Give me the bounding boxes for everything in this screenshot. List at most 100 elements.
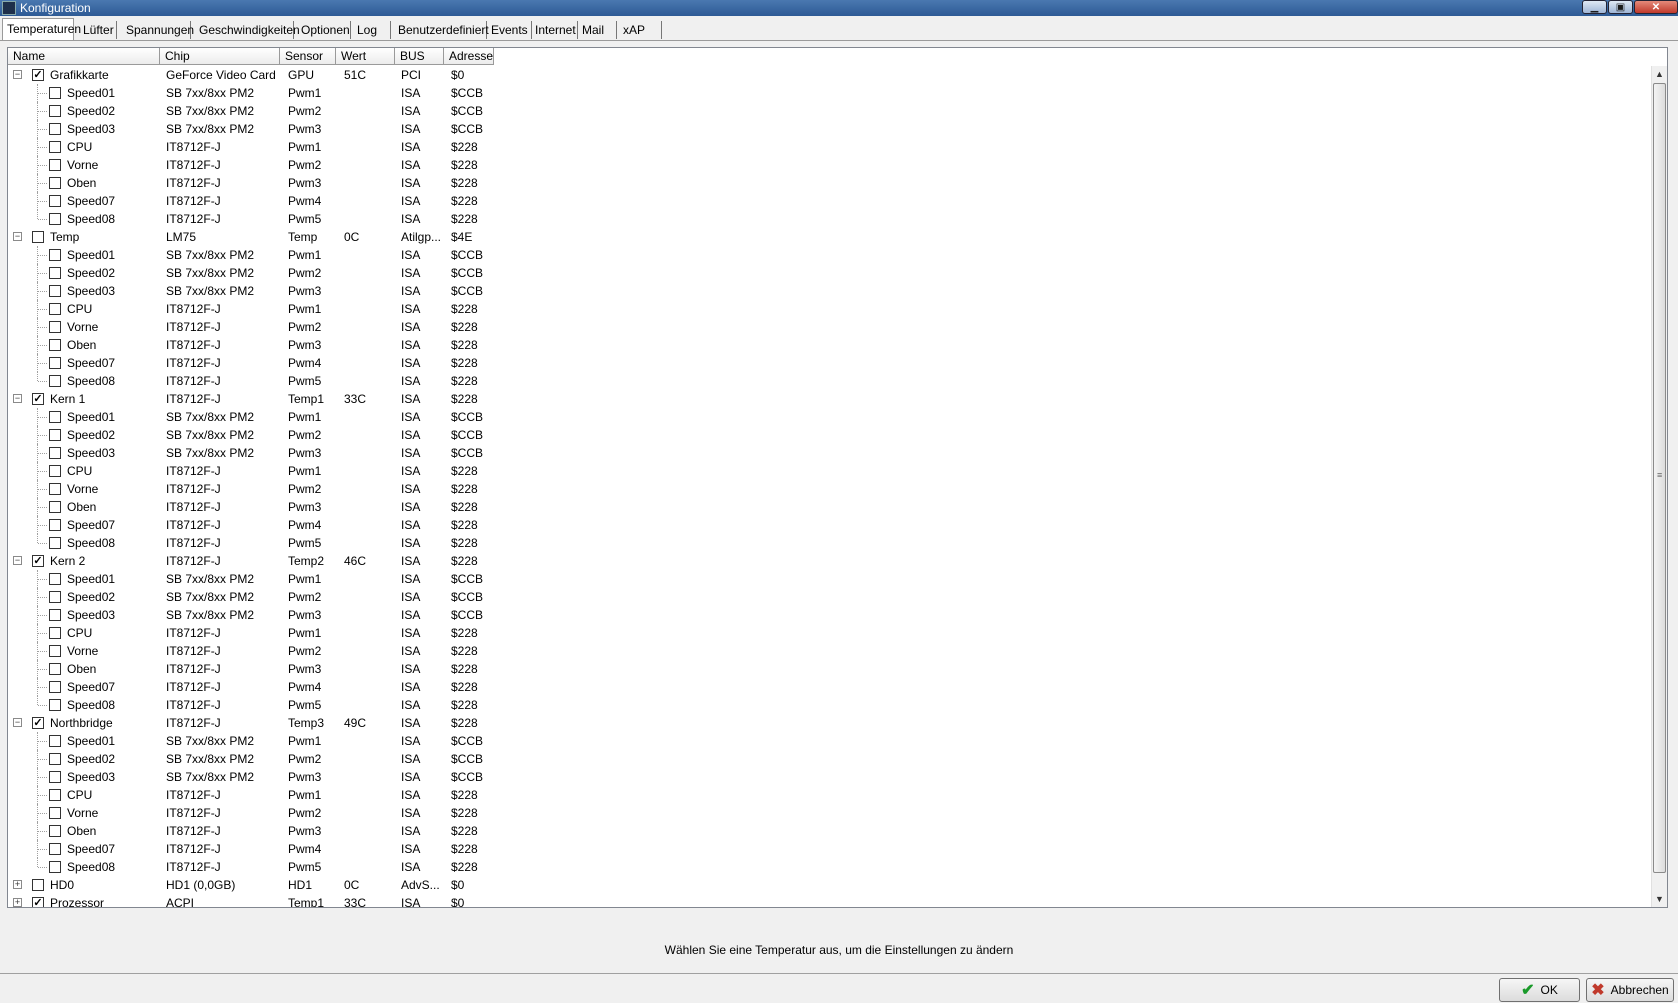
tab-luefter[interactable]: Lüfter [79,21,117,39]
fan-checkbox[interactable] [49,861,61,873]
cancel-button[interactable]: ✖ Abbrechen [1586,978,1674,1002]
fan-checkbox[interactable] [49,141,61,153]
tree-row-fan[interactable]: Speed01 SB 7xx/8xx PM2 Pwm1 ISA $CCB [8,246,1653,264]
tree-row-fan[interactable]: Vorne IT8712F-J Pwm2 ISA $228 [8,156,1653,174]
tab-internet[interactable]: Internet [531,21,578,39]
tree-row-fan[interactable]: Speed03 SB 7xx/8xx PM2 Pwm3 ISA $CCB [8,606,1653,624]
tree-row-fan[interactable]: Speed08 IT8712F-J Pwm5 ISA $228 [8,696,1653,714]
tree-row-fan[interactable]: Speed02 SB 7xx/8xx PM2 Pwm2 ISA $CCB [8,588,1653,606]
expand-icon[interactable]: + [13,880,22,889]
fan-checkbox[interactable] [49,213,61,225]
collapse-icon[interactable]: − [13,70,22,79]
fan-checkbox[interactable] [49,591,61,603]
fan-checkbox[interactable] [49,339,61,351]
tree-row-fan[interactable]: Speed08 IT8712F-J Pwm5 ISA $228 [8,210,1653,228]
tree-row-fan[interactable]: CPU IT8712F-J Pwm1 ISA $228 [8,138,1653,156]
fan-checkbox[interactable] [49,375,61,387]
tree-row-fan[interactable]: Speed02 SB 7xx/8xx PM2 Pwm2 ISA $CCB [8,102,1653,120]
tree-row-fan[interactable]: Speed07 IT8712F-J Pwm4 ISA $228 [8,354,1653,372]
tree-row-fan[interactable]: Speed08 IT8712F-J Pwm5 ISA $228 [8,858,1653,876]
tree-row-fan[interactable]: Speed03 SB 7xx/8xx PM2 Pwm3 ISA $CCB [8,120,1653,138]
group-checkbox[interactable]: ✓ [32,555,44,567]
fan-checkbox[interactable] [49,627,61,639]
tab-benutzerdefiniert[interactable]: Benutzerdefiniert [394,21,489,39]
fan-checkbox[interactable] [49,321,61,333]
scroll-down-icon[interactable]: ▼ [1652,891,1667,907]
group-checkbox[interactable]: ✓ [32,69,44,81]
fan-checkbox[interactable] [49,537,61,549]
tree-row-fan[interactable]: Speed08 IT8712F-J Pwm5 ISA $228 [8,372,1653,390]
vertical-scrollbar[interactable]: ▲ ≡ ▼ [1651,66,1667,907]
sensor-tree[interactable]: Name Chip Sensor Wert BUS Adresse − ✓ Graf… [7,47,1668,908]
fan-checkbox[interactable] [49,501,61,513]
tree-row-fan[interactable]: Speed03 SB 7xx/8xx PM2 Pwm3 ISA $CCB [8,444,1653,462]
fan-checkbox[interactable] [49,645,61,657]
tree-row-fan[interactable]: Vorne IT8712F-J Pwm2 ISA $228 [8,480,1653,498]
tree-row-group[interactable]: + ✓ Prozessor ACPI Temp1 33C ISA $0 [8,894,1653,907]
fan-checkbox[interactable] [49,699,61,711]
tree-row-fan[interactable]: Vorne IT8712F-J Pwm2 ISA $228 [8,318,1653,336]
collapse-icon[interactable]: − [13,394,22,403]
tree-row-fan[interactable]: Speed02 SB 7xx/8xx PM2 Pwm2 ISA $CCB [8,264,1653,282]
tree-row-fan[interactable]: Speed01 SB 7xx/8xx PM2 Pwm1 ISA $CCB [8,84,1653,102]
tree-row-fan[interactable]: Oben IT8712F-J Pwm3 ISA $228 [8,174,1653,192]
tab-events[interactable]: Events [487,21,532,39]
collapse-icon[interactable]: − [13,556,22,565]
group-checkbox[interactable]: ✓ [32,393,44,405]
tree-row-group[interactable]: − ✓ Northbridge IT8712F-J Temp3 49C ISA $228 [8,714,1653,732]
fan-checkbox[interactable] [49,825,61,837]
group-checkbox[interactable] [32,879,44,891]
tree-row-group[interactable]: + HD0 HD1 (0,0GB) HD1 0C AdvS... $0 [8,876,1653,894]
tree-row-fan[interactable]: Speed03 SB 7xx/8xx PM2 Pwm3 ISA $CCB [8,768,1653,786]
fan-checkbox[interactable] [49,753,61,765]
column-wert[interactable]: Wert [336,48,395,65]
fan-checkbox[interactable] [49,411,61,423]
tree-row-group[interactable]: − Temp LM75 Temp 0C Atilgp... $4E [8,228,1653,246]
column-chip[interactable]: Chip [160,48,280,65]
fan-checkbox[interactable] [49,681,61,693]
tab-spannungen[interactable]: Spannungen [122,21,194,39]
fan-checkbox[interactable] [49,789,61,801]
fan-checkbox[interactable] [49,159,61,171]
fan-checkbox[interactable] [49,357,61,369]
tree-row-fan[interactable]: Speed01 SB 7xx/8xx PM2 Pwm1 ISA $CCB [8,408,1653,426]
tree-row-group[interactable]: − ✓ Kern 2 IT8712F-J Temp2 46C ISA $228 [8,552,1653,570]
collapse-icon[interactable]: − [13,232,22,241]
tab-optionen[interactable]: Optionen [297,21,351,39]
tree-row-fan[interactable]: CPU IT8712F-J Pwm1 ISA $228 [8,462,1653,480]
scroll-thumb[interactable]: ≡ [1653,83,1666,873]
tree-row-fan[interactable]: CPU IT8712F-J Pwm1 ISA $228 [8,624,1653,642]
fan-checkbox[interactable] [49,177,61,189]
fan-checkbox[interactable] [49,267,61,279]
tree-row-fan[interactable]: Vorne IT8712F-J Pwm2 ISA $228 [8,642,1653,660]
tree-row-fan[interactable]: Speed02 SB 7xx/8xx PM2 Pwm2 ISA $CCB [8,426,1653,444]
maximize-button[interactable]: ▣ [1608,0,1633,14]
tree-row-fan[interactable]: Vorne IT8712F-J Pwm2 ISA $228 [8,804,1653,822]
tab-log[interactable]: Log [353,21,391,39]
close-button[interactable]: ✕ [1634,0,1678,14]
group-checkbox[interactable]: ✓ [32,897,44,907]
fan-checkbox[interactable] [49,609,61,621]
tree-row-fan[interactable]: CPU IT8712F-J Pwm1 ISA $228 [8,300,1653,318]
column-sensor[interactable]: Sensor [280,48,336,65]
tree-row-fan[interactable]: Speed02 SB 7xx/8xx PM2 Pwm2 ISA $CCB [8,750,1653,768]
expand-icon[interactable]: + [13,898,22,907]
collapse-icon[interactable]: − [13,718,22,727]
minimize-button[interactable]: ▁ [1582,0,1607,14]
tree-row-group[interactable]: − ✓ Grafikkarte GeForce Video Card GPU 51C PCI… [8,66,1653,84]
fan-checkbox[interactable] [49,105,61,117]
tree-row-fan[interactable]: CPU IT8712F-J Pwm1 ISA $228 [8,786,1653,804]
fan-checkbox[interactable] [49,285,61,297]
column-name[interactable]: Name [8,48,160,65]
column-bus[interactable]: BUS [395,48,444,65]
fan-checkbox[interactable] [49,771,61,783]
tree-row-fan[interactable]: Speed07 IT8712F-J Pwm4 ISA $228 [8,840,1653,858]
tab-geschwindigkeiten[interactable]: Geschwindigkeiten [195,21,300,39]
tree-row-fan[interactable]: Speed07 IT8712F-J Pwm4 ISA $228 [8,192,1653,210]
ok-button[interactable]: ✔ OK [1499,978,1580,1002]
fan-checkbox[interactable] [49,249,61,261]
tab-mail[interactable]: Mail [578,21,617,39]
tree-row-fan[interactable]: Speed07 IT8712F-J Pwm4 ISA $228 [8,678,1653,696]
tree-row-fan[interactable]: Oben IT8712F-J Pwm3 ISA $228 [8,336,1653,354]
fan-checkbox[interactable] [49,87,61,99]
